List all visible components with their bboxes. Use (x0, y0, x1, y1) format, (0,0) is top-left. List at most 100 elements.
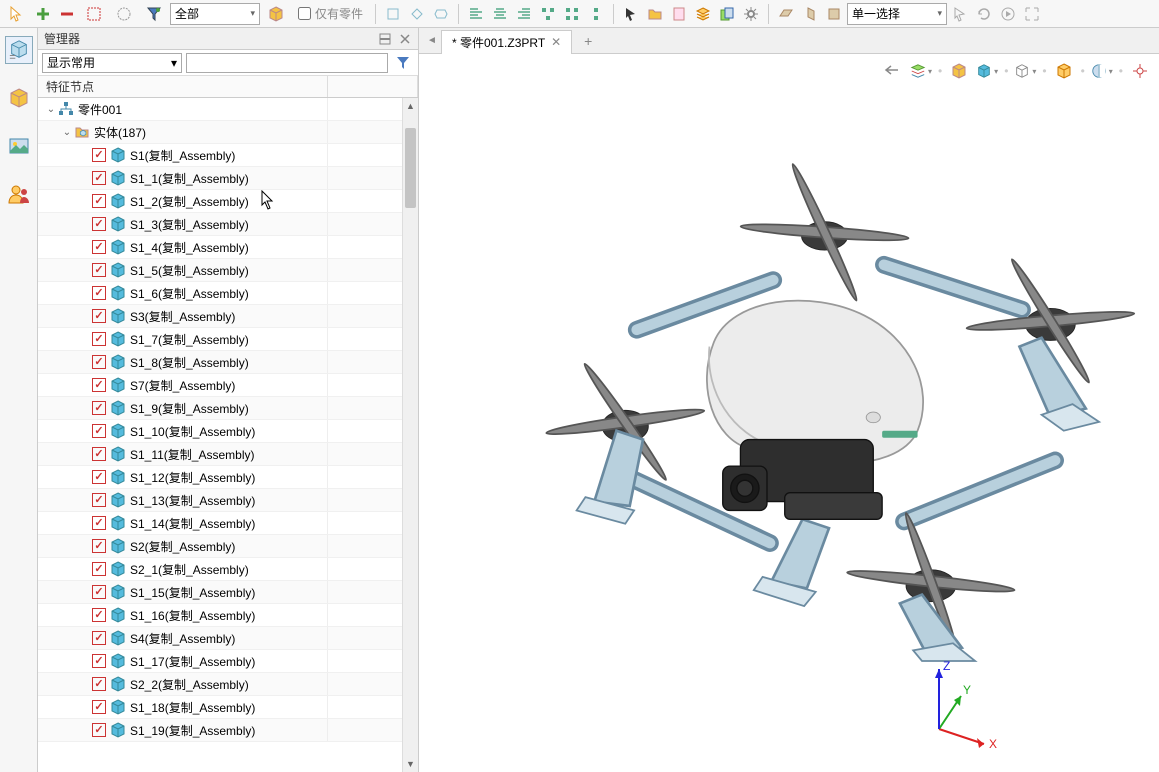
tree-row[interactable]: S2_1(复制_Assembly) (38, 558, 418, 581)
align-center-button[interactable] (489, 3, 511, 25)
tree-row[interactable]: S1_4(复制_Assembly) (38, 236, 418, 259)
images-tab-icon[interactable] (5, 132, 33, 160)
part-box-button[interactable] (262, 3, 290, 25)
tree-item-checkbox[interactable] (92, 516, 106, 530)
expander-icon[interactable]: ⌄ (44, 104, 58, 115)
select-box-button[interactable] (80, 3, 108, 25)
cursor-tool-button[interactable] (2, 3, 30, 25)
gear-button[interactable] (740, 3, 762, 25)
tree-filter-button[interactable] (392, 53, 414, 73)
tree-item-checkbox[interactable] (92, 424, 106, 438)
tree-row[interactable]: S1_9(复制_Assembly) (38, 397, 418, 420)
tree-row[interactable]: S1_7(复制_Assembly) (38, 328, 418, 351)
tree-item-checkbox[interactable] (92, 608, 106, 622)
tree-item-checkbox[interactable] (92, 539, 106, 553)
filter-scope-dropdown[interactable]: 全部 ▾ (170, 3, 260, 25)
parts-only-checkbox[interactable]: 仅有零件 (298, 5, 363, 22)
tree-row[interactable]: S3(复制_Assembly) (38, 305, 418, 328)
tree-item-checkbox[interactable] (92, 378, 106, 392)
tab-add-button[interactable]: + (578, 33, 598, 49)
minimize-icon[interactable] (378, 32, 392, 46)
folder-button[interactable] (644, 3, 666, 25)
tree-row[interactable]: S1_16(复制_Assembly) (38, 604, 418, 627)
tree-item-checkbox[interactable] (92, 332, 106, 346)
view-layers-button[interactable] (910, 60, 932, 82)
document-tab[interactable]: * 零件001.Z3PRT ✕ (441, 30, 572, 54)
layers-button[interactable] (692, 3, 714, 25)
tree-item-checkbox[interactable] (92, 677, 106, 691)
tree-row[interactable]: S2(复制_Assembly) (38, 535, 418, 558)
play-button[interactable] (997, 3, 1019, 25)
tree-row-entity[interactable]: ⌄ 实体(187) (38, 121, 418, 144)
add-button[interactable] (32, 3, 54, 25)
align-grid-button[interactable] (561, 3, 583, 25)
tree-row[interactable]: S1(复制_Assembly) (38, 144, 418, 167)
tree-item-checkbox[interactable] (92, 562, 106, 576)
tree-item-checkbox[interactable] (92, 447, 106, 461)
tree-row[interactable]: S2_2(复制_Assembly) (38, 673, 418, 696)
pick-button[interactable] (949, 3, 971, 25)
section-view-button[interactable] (1091, 60, 1113, 82)
tree-item-checkbox[interactable] (92, 631, 106, 645)
display-mode-dropdown[interactable]: 显示常用 ▾ (42, 53, 182, 73)
tree-row[interactable]: S1_8(复制_Assembly) (38, 351, 418, 374)
tree-header-empty[interactable] (328, 76, 418, 97)
users-tab-icon[interactable] (5, 180, 33, 208)
tree-row[interactable]: S1_1(复制_Assembly) (38, 167, 418, 190)
tree-item-checkbox[interactable] (92, 309, 106, 323)
tree-item-checkbox[interactable] (92, 286, 106, 300)
tree-row-root[interactable]: ⌄ 零件001 (38, 98, 418, 121)
expand-button[interactable] (1021, 3, 1043, 25)
tree-item-checkbox[interactable] (92, 217, 106, 231)
tree-row[interactable]: S1_14(复制_Assembly) (38, 512, 418, 535)
remove-button[interactable] (56, 3, 78, 25)
tree-row[interactable]: S1_19(复制_Assembly) (38, 719, 418, 742)
tree-body[interactable]: ⌄ 零件001 ⌄ 实体(187) S1(复制_Assembly)S1_1(复制… (38, 98, 418, 772)
parts-only-check[interactable] (298, 7, 311, 20)
tree-item-checkbox[interactable] (92, 493, 106, 507)
pointer-button[interactable] (620, 3, 642, 25)
tree-row[interactable]: S1_15(复制_Assembly) (38, 581, 418, 604)
tree-row[interactable]: S7(复制_Assembly) (38, 374, 418, 397)
tree-item-checkbox[interactable] (92, 171, 106, 185)
tree-item-checkbox[interactable] (92, 585, 106, 599)
view-front-button[interactable] (406, 3, 428, 25)
tree-item-checkbox[interactable] (92, 148, 106, 162)
tree-item-checkbox[interactable] (92, 654, 106, 668)
3d-viewport[interactable]: • • • • • (419, 54, 1159, 772)
align-right-button[interactable] (513, 3, 535, 25)
view-side-button[interactable] (430, 3, 452, 25)
tree-item-checkbox[interactable] (92, 240, 106, 254)
dup-button[interactable] (716, 3, 738, 25)
tree-row[interactable]: S1_6(复制_Assembly) (38, 282, 418, 305)
align-dist-button[interactable] (537, 3, 559, 25)
tree-item-checkbox[interactable] (92, 723, 106, 737)
part-tree-tab-icon[interactable] (5, 36, 33, 64)
refresh-button[interactable] (973, 3, 995, 25)
close-icon[interactable] (398, 32, 412, 46)
align-left-button[interactable] (465, 3, 487, 25)
tree-row[interactable]: S1_12(复制_Assembly) (38, 466, 418, 489)
shaded-blue-button[interactable] (976, 60, 998, 82)
tree-row[interactable]: S1_3(复制_Assembly) (38, 213, 418, 236)
tab-close-icon[interactable]: ✕ (551, 35, 561, 49)
tree-row[interactable]: S1_18(复制_Assembly) (38, 696, 418, 719)
plane-xz-button[interactable] (823, 3, 845, 25)
scroll-down-button[interactable]: ▼ (403, 756, 418, 772)
tree-header-feature[interactable]: 特征节点 (38, 76, 328, 97)
tree-scrollbar[interactable]: ▲ ▼ (402, 98, 418, 772)
tree-row[interactable]: S4(复制_Assembly) (38, 627, 418, 650)
tree-item-checkbox[interactable] (92, 194, 106, 208)
tab-scroll-left-button[interactable]: ◄ (423, 29, 441, 53)
scroll-up-button[interactable]: ▲ (403, 98, 418, 114)
tree-row[interactable]: S1_5(复制_Assembly) (38, 259, 418, 282)
undo-view-button[interactable] (882, 60, 904, 82)
plane-xy-button[interactable] (775, 3, 797, 25)
tree-row[interactable]: S1_13(复制_Assembly) (38, 489, 418, 512)
scroll-thumb[interactable] (405, 128, 416, 208)
filter-funnel-button[interactable] (140, 3, 168, 25)
wireframe-button[interactable] (1014, 60, 1036, 82)
selection-mode-dropdown[interactable]: 单一选择 ▾ (847, 3, 947, 25)
tree-row[interactable]: S1_2(复制_Assembly) (38, 190, 418, 213)
tree-item-checkbox[interactable] (92, 700, 106, 714)
